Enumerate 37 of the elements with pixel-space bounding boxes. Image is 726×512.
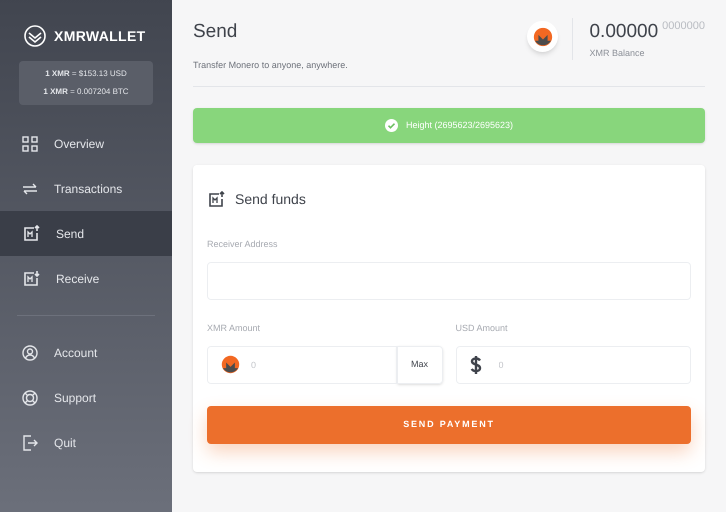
field-label: Receiver Address bbox=[207, 239, 278, 249]
exit-icon bbox=[22, 434, 38, 450]
usd-amount-field[interactable]: 0 bbox=[456, 346, 691, 384]
page-title: Send bbox=[193, 20, 238, 44]
receive-icon bbox=[22, 270, 40, 288]
exchange-rate: 1 XMR = 0.007204 BTC bbox=[43, 86, 129, 98]
monero-logo-icon bbox=[532, 26, 553, 46]
balance-label: XMR Balance bbox=[589, 46, 646, 60]
nav-item[interactable]: Receive bbox=[0, 256, 172, 301]
nav-item[interactable]: Transactions bbox=[0, 166, 172, 211]
exchange-rate: 1 XMR = $153.13 USD bbox=[45, 68, 127, 80]
page-subtitle: Transfer Monero to anyone, anywhere. bbox=[193, 58, 348, 72]
sync-status-text: Height (2695623/2695623) bbox=[406, 118, 514, 132]
monero-logo-icon bbox=[221, 355, 240, 374]
wallet-logo-icon bbox=[24, 25, 46, 47]
send-payment-button[interactable]: SEND PAYMENT bbox=[207, 406, 691, 444]
max-button[interactable]: Max bbox=[396, 346, 442, 384]
xmr-amount-field[interactable]: 0 bbox=[207, 346, 396, 384]
check-icon bbox=[384, 119, 398, 132]
nav-item[interactable]: Support bbox=[0, 375, 172, 420]
card-title: Send funds bbox=[235, 190, 306, 209]
nav-item[interactable]: Account bbox=[0, 330, 172, 375]
grid-icon bbox=[22, 136, 38, 152]
nav-item[interactable]: Overview bbox=[0, 121, 172, 166]
send-icon bbox=[22, 224, 40, 242]
nav-item[interactable]: Send bbox=[0, 211, 172, 256]
brand-name: XMRWALLET bbox=[54, 26, 146, 46]
balance-fraction: 0000000 bbox=[662, 19, 705, 34]
swap-arrows-icon bbox=[22, 180, 38, 196]
send-icon bbox=[207, 190, 225, 208]
nav-item[interactable]: Quit bbox=[0, 420, 172, 465]
dollar-icon bbox=[470, 355, 482, 375]
balance-amount: 0.00000 bbox=[589, 20, 658, 44]
field-label: USD Amount bbox=[456, 323, 508, 333]
lifebuoy-icon bbox=[22, 390, 38, 406]
user-icon bbox=[22, 344, 38, 360]
field-label: XMR Amount bbox=[207, 323, 260, 333]
